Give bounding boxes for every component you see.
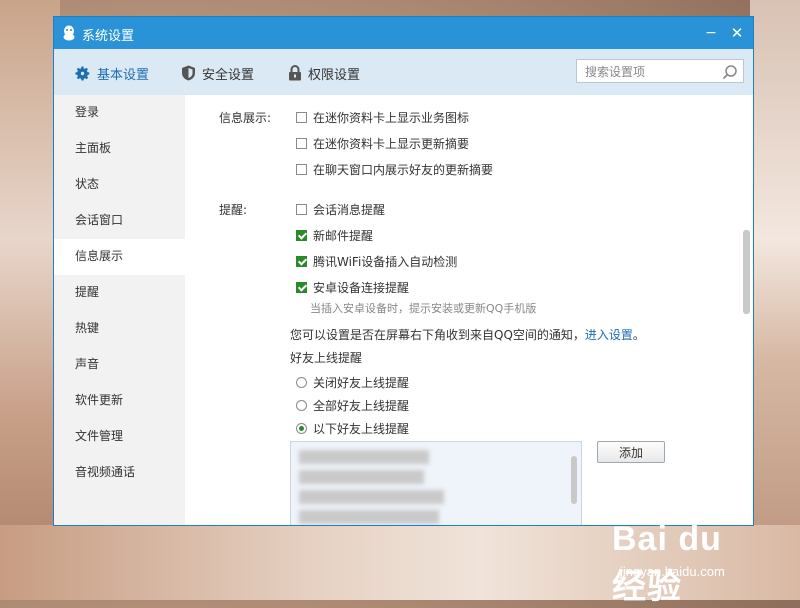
checkbox-checked[interactable] [296,282,307,293]
content-scrollbar[interactable] [743,230,750,314]
option-label: 关闭好友上线提醒 [313,376,410,390]
add-friend-button[interactable]: 添加 [597,441,665,463]
tab-label: 权限设置 [308,67,361,83]
radio-selected-friends-online[interactable]: 以下好友上线提醒 [296,420,409,437]
tab-permission-settings[interactable]: 权限设置 [288,63,360,83]
background-left [0,0,60,600]
list-item[interactable] [299,470,424,484]
close-button[interactable]: ✕ [727,23,747,43]
option-label: 腾讯WiFi设备插入自动检测 [313,255,458,269]
checkbox-checked[interactable] [296,256,307,267]
checkbox[interactable] [296,112,307,123]
qq-penguin-icon [63,25,75,41]
option-label: 新邮件提醒 [313,229,374,243]
checkbox[interactable] [296,164,307,175]
qzone-notice: 您可以设置是否在屏幕右下角收到来自QQ空间的通知，进入设置。 [290,326,645,343]
watermark-url: jingyan.baidu.com [620,564,725,579]
option-label: 全部好友上线提醒 [313,399,410,413]
option-new-mail-reminder[interactable]: 新邮件提醒 [296,227,373,244]
option-label: 在聊天窗口内展示好友的更新摘要 [313,163,494,177]
sidebar-item-software-update[interactable]: 软件更新 [54,383,185,419]
title-bar: 系统设置 − ✕ [54,17,753,49]
background-right [750,0,800,600]
radio-button[interactable] [296,400,307,411]
option-label: 在迷你资料卡上显示业务图标 [313,111,470,125]
friend-online-title: 好友上线提醒 [290,351,363,365]
info-display-label: 信息展示: [219,111,272,125]
search-input[interactable] [583,61,725,83]
lock-icon [289,65,301,81]
option-show-service-icons[interactable]: 在迷你资料卡上显示业务图标 [296,109,469,126]
gear-icon [75,65,90,81]
radio-all-friends-online[interactable]: 全部好友上线提醒 [296,397,409,414]
list-item[interactable] [299,450,429,464]
list-item[interactable] [299,490,444,504]
radio-button[interactable] [296,377,307,388]
sidebar-item-chat-window[interactable]: 会话窗口 [54,203,185,239]
qzone-settings-link[interactable]: 进入设置 [585,328,633,342]
sidebar-item-file-management[interactable]: 文件管理 [54,419,185,455]
tab-label: 安全设置 [202,67,255,83]
list-scrollbar[interactable] [571,456,577,504]
settings-window: 系统设置 − ✕ 基本设置 安全设置 权限设置 搜索设置项 登录 主面板 状态 … [53,16,754,526]
checkbox[interactable] [296,138,307,149]
window-title: 系统设置 [82,29,135,44]
friend-list-box[interactable] [290,441,582,525]
option-label: 在迷你资料卡上显示更新摘要 [313,137,470,151]
sidebar-item-hotkeys[interactable]: 热键 [54,311,185,347]
search-icon[interactable] [722,64,738,80]
tab-security-settings[interactable]: 安全设置 [181,63,254,83]
option-wifi-detect[interactable]: 腾讯WiFi设备插入自动检测 [296,253,457,270]
option-chat-friend-updates[interactable]: 在聊天窗口内展示好友的更新摘要 [296,161,493,178]
list-item[interactable] [299,510,439,524]
minimize-button[interactable]: − [701,23,721,43]
option-show-update-summary[interactable]: 在迷你资料卡上显示更新摘要 [296,135,469,152]
checkbox-checked[interactable] [296,230,307,241]
option-label: 会话消息提醒 [313,203,386,217]
sidebar: 登录 主面板 状态 会话窗口 信息展示 提醒 热键 声音 软件更新 文件管理 音… [54,95,185,525]
checkbox[interactable] [296,204,307,215]
settings-content: 信息展示: 在迷你资料卡上显示业务图标 在迷你资料卡上显示更新摘要 在聊天窗口内… [185,95,753,525]
qzone-notice-text: 您可以设置是否在屏幕右下角收到来自QQ空间的通知， [290,328,585,342]
baidu-watermark: Bai du 经验 jingyan.baidu.com [612,520,762,606]
qzone-notice-suffix: 。 [632,328,645,342]
option-android-connect[interactable]: 安卓设备连接提醒 [296,279,409,296]
search-box [576,59,744,83]
sidebar-item-info-display[interactable]: 信息展示 [54,239,185,275]
radio-button-selected[interactable] [296,423,307,434]
sidebar-item-sound[interactable]: 声音 [54,347,185,383]
radio-disable-online-reminder[interactable]: 关闭好友上线提醒 [296,374,409,391]
shield-icon [182,65,195,81]
sidebar-item-main-panel[interactable]: 主面板 [54,131,185,167]
sidebar-item-login[interactable]: 登录 [54,95,185,131]
option-label: 安卓设备连接提醒 [313,281,410,295]
tab-basic-settings[interactable]: 基本设置 [74,63,149,83]
option-message-reminder[interactable]: 会话消息提醒 [296,201,385,218]
sidebar-item-reminder[interactable]: 提醒 [54,275,185,311]
option-label: 以下好友上线提醒 [313,422,410,436]
reminder-label: 提醒: [219,203,248,217]
sidebar-item-status[interactable]: 状态 [54,167,185,203]
android-hint-text: 当插入安卓设备时，提示安装或更新QQ手机版 [310,302,537,315]
sidebar-item-av-call[interactable]: 音视频通话 [54,455,185,491]
tab-label: 基本设置 [97,67,150,83]
tab-bar: 基本设置 安全设置 权限设置 [54,49,753,95]
